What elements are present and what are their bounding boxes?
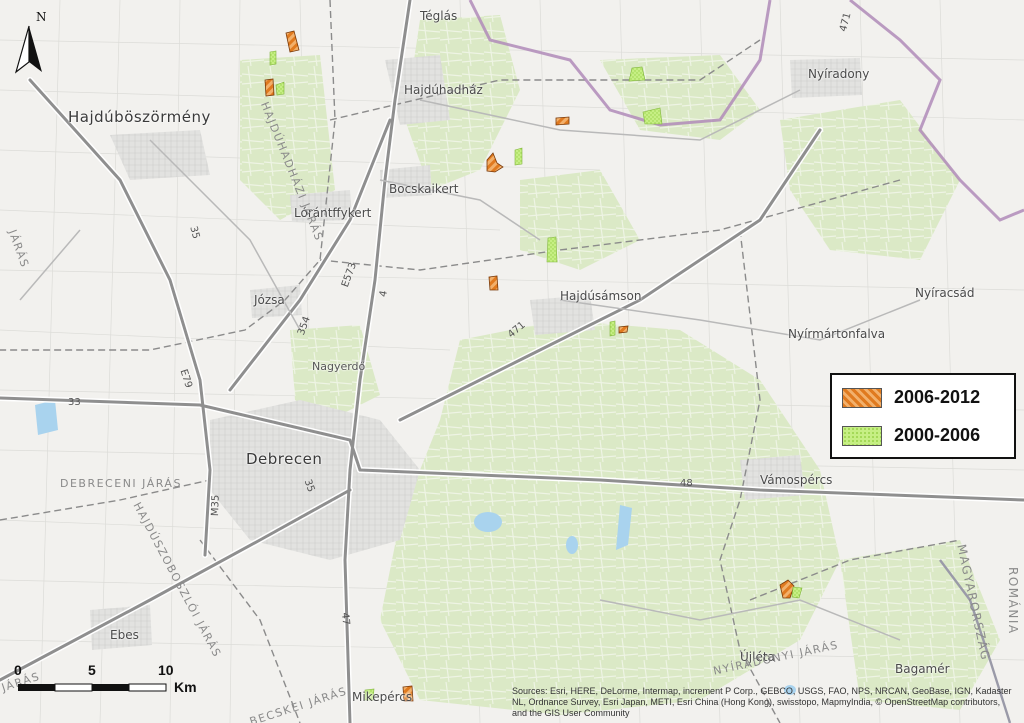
scale-bar: 0 5 10 Km — [10, 662, 220, 700]
place-hajdusamson: Hajdúsámson — [560, 289, 642, 303]
legend-label: 2006-2012 — [894, 387, 981, 407]
place-bocskaikert: Bocskaikert — [389, 182, 459, 196]
place-jozsa: Józsa — [254, 293, 285, 307]
place-teglas: Téglás — [420, 9, 458, 23]
scale-tick-0: 0 — [14, 662, 22, 678]
place-mikepercs: Mikepércs — [352, 690, 413, 704]
place-ebes: Ebes — [110, 628, 139, 642]
district-debreceni: DEBRECENI JÁRÁS — [60, 477, 182, 490]
road-m35: M35 — [210, 494, 222, 517]
place-hajduboszormeny: Hajdúböszörmény — [68, 108, 211, 126]
legend-item-2000-2006: 2000-2006 — [842, 425, 980, 446]
scale-unit: Km — [174, 679, 197, 695]
place-vamospercs: Vámospércs — [760, 473, 833, 487]
legend: 2006-2012 2000-2006 — [830, 373, 1016, 459]
place-nyiracsad: Nyíracsád — [915, 286, 975, 300]
place-debrecen: Debrecen — [246, 450, 323, 468]
legend-label: 2000-2006 — [894, 425, 981, 445]
country-romania: ROMÁNIA — [1006, 567, 1020, 635]
place-bagamer: Bagamér — [895, 662, 950, 676]
orange-hatch-swatch-icon — [842, 387, 882, 408]
road-47: 47 — [339, 612, 352, 626]
north-arrow: N — [12, 6, 47, 76]
attribution-text: Sources: Esri, HERE, DeLorme, Intermap, … — [512, 686, 1012, 718]
map-canvas[interactable]: N Téglás Hajdúhadház Nyíradony Hajdúbösz… — [0, 0, 1024, 723]
place-nagyerdo: Nagyerdő — [312, 360, 366, 373]
scale-tick-5: 5 — [88, 662, 96, 678]
place-hajduhadhaz: Hajdúhadház — [404, 83, 483, 97]
scale-tick-10: 10 — [158, 662, 174, 678]
north-arrow-icon — [14, 25, 42, 74]
road-48: 48 — [680, 478, 693, 489]
scale-bar-graphic — [18, 683, 167, 692]
legend-item-2006-2012: 2006-2012 — [842, 387, 980, 408]
place-nyiradony: Nyíradony — [808, 67, 870, 81]
place-nyirmartonfalva: Nyírmártonfalva — [788, 327, 886, 341]
green-stipple-swatch-icon — [842, 425, 882, 446]
road-33: 33 — [68, 397, 81, 408]
